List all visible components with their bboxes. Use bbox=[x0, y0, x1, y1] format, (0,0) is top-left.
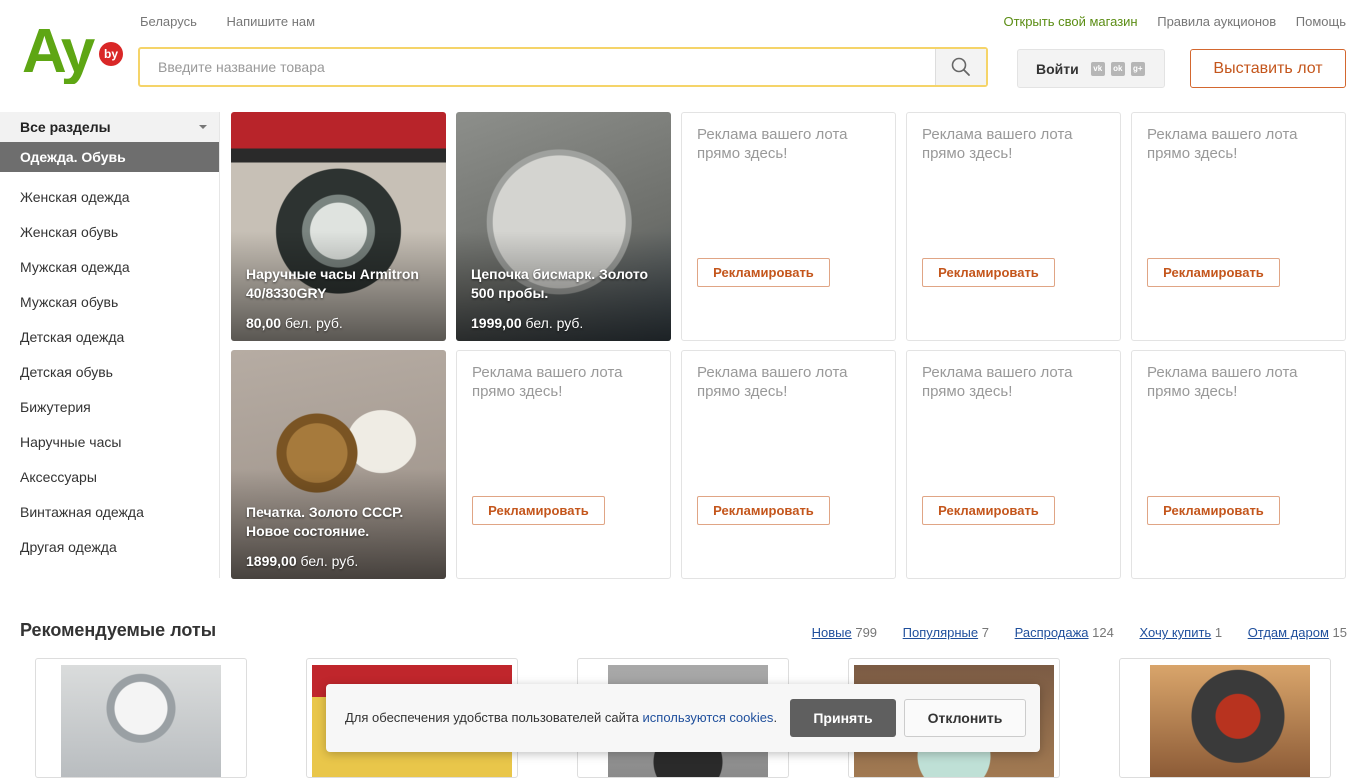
decline-cookies-button[interactable]: Отклонить bbox=[904, 699, 1026, 737]
lot-card-watch[interactable]: Наручные часы Armitron 40/8330GRY 80,00 … bbox=[231, 112, 446, 341]
ad-slot: Реклама вашего лота прямо здесь! Реклами… bbox=[681, 112, 896, 341]
search-button[interactable] bbox=[935, 49, 986, 85]
tab-giveaway[interactable]: Отдам даром 15 bbox=[1248, 625, 1347, 640]
recommended-title: Рекомендуемые лоты bbox=[20, 620, 217, 640]
lot-price-value: 1999,00 bbox=[471, 315, 522, 331]
lot-title: Печатка. Золото СССР. Новое состояние. bbox=[246, 504, 404, 539]
site-logo[interactable]: Ау by bbox=[22, 17, 126, 86]
sidebar-item-womens-clothing[interactable]: Женская одежда bbox=[0, 180, 219, 215]
promote-button[interactable]: Рекламировать bbox=[922, 496, 1055, 525]
ad-slot: Реклама вашего лота прямо здесь! Реклами… bbox=[906, 112, 1121, 341]
region-link[interactable]: Беларусь bbox=[140, 14, 197, 29]
sell-lot-button[interactable]: Выставить лот bbox=[1190, 49, 1346, 88]
recommended-lot-photo bbox=[61, 665, 221, 777]
sidebar-item-mens-clothing[interactable]: Мужская одежда bbox=[0, 250, 219, 285]
current-section[interactable]: Одежда. Обувь bbox=[0, 142, 219, 172]
recommended-lot-card[interactable] bbox=[35, 658, 247, 778]
ad-slot: Реклама вашего лота прямо здесь! Реклами… bbox=[1131, 112, 1346, 341]
sidebar-item-kids-shoes[interactable]: Детская обувь bbox=[0, 355, 219, 390]
caret-down-icon bbox=[199, 125, 207, 129]
contact-link[interactable]: Напишите нам bbox=[226, 14, 315, 29]
auction-rules-link[interactable]: Правила аукционов bbox=[1157, 14, 1276, 29]
all-sections-label: Все разделы bbox=[20, 119, 111, 135]
lot-title: Наручные часы Armitron 40/8330GRY bbox=[246, 266, 419, 301]
google-plus-icon[interactable]: g+ bbox=[1130, 61, 1145, 76]
sidebar-item-womens-shoes[interactable]: Женская обувь bbox=[0, 215, 219, 250]
accept-cookies-button[interactable]: Принять bbox=[790, 699, 896, 737]
ad-slot-text: Реклама вашего лота прямо здесь! bbox=[922, 364, 1073, 400]
lot-price: 1999,00 бел. руб. bbox=[471, 315, 583, 331]
sidebar-item-kids-clothing[interactable]: Детская одежда bbox=[0, 320, 219, 355]
tab-count: 15 bbox=[1332, 625, 1347, 640]
category-sidebar: Все разделы Одежда. Обувь Женская одежда… bbox=[0, 112, 220, 578]
login-button[interactable]: Войти vk ok g+ bbox=[1017, 49, 1165, 88]
tab-want-to-buy[interactable]: Хочу купить 1 bbox=[1139, 625, 1222, 640]
cookies-link[interactable]: используются cookies bbox=[643, 710, 774, 725]
tab-popular[interactable]: Популярные 7 bbox=[903, 625, 989, 640]
recommended-lot-card[interactable] bbox=[1119, 658, 1331, 778]
lot-price-value: 80,00 bbox=[246, 315, 282, 331]
promote-button[interactable]: Рекламировать bbox=[697, 258, 830, 287]
lot-price-currency: бел. руб. bbox=[300, 553, 359, 569]
lot-card-chain[interactable]: Цепочка бисмарк. Золото 500 пробы. 1999,… bbox=[456, 112, 671, 341]
tab-count: 7 bbox=[981, 625, 989, 640]
sidebar-item-watches[interactable]: Наручные часы bbox=[0, 425, 219, 460]
ad-slot-text: Реклама вашего лота прямо здесь! bbox=[1147, 126, 1298, 162]
ad-slot: Реклама вашего лота прямо здесь! Реклами… bbox=[906, 350, 1121, 579]
help-link[interactable]: Помощь bbox=[1296, 14, 1346, 29]
odnoklassniki-icon[interactable]: ok bbox=[1110, 61, 1125, 76]
cookie-text: Для обеспечения удобства пользователей с… bbox=[345, 710, 778, 725]
search-bar bbox=[138, 47, 988, 87]
tab-sale[interactable]: Распродажа 124 bbox=[1015, 625, 1114, 640]
ad-slot: Реклама вашего лота прямо здесь! Реклами… bbox=[681, 350, 896, 579]
recommended-lot-photo bbox=[1150, 665, 1310, 777]
cookie-banner: Для обеспечения удобства пользователей с… bbox=[326, 684, 1040, 752]
lot-price-value: 1899,00 bbox=[246, 553, 297, 569]
promote-button[interactable]: Рекламировать bbox=[697, 496, 830, 525]
ad-slot: Реклама вашего лота прямо здесь! Реклами… bbox=[456, 350, 671, 579]
sidebar-list: Женская одежда Женская обувь Мужская оде… bbox=[0, 180, 219, 565]
ad-slot-text: Реклама вашего лота прямо здесь! bbox=[697, 126, 848, 162]
promote-button[interactable]: Рекламировать bbox=[1147, 258, 1280, 287]
promote-button[interactable]: Рекламировать bbox=[1147, 496, 1280, 525]
tab-new[interactable]: Новые 799 bbox=[812, 625, 877, 640]
sidebar-item-other[interactable]: Другая одежда bbox=[0, 530, 219, 565]
lot-price: 1899,00 бел. руб. bbox=[246, 553, 358, 569]
search-icon bbox=[951, 57, 970, 76]
lot-card-ring[interactable]: Печатка. Золото СССР. Новое состояние. 1… bbox=[231, 350, 446, 579]
lot-price: 80,00 бел. руб. bbox=[246, 315, 343, 331]
top-left-links: Беларусь Напишите нам bbox=[140, 14, 341, 29]
search-input[interactable] bbox=[140, 49, 935, 85]
ad-slot-text: Реклама вашего лота прямо здесь! bbox=[697, 364, 848, 400]
sidebar-item-jewelry[interactable]: Бижутерия bbox=[0, 390, 219, 425]
ad-slot-text: Реклама вашего лота прямо здесь! bbox=[922, 126, 1073, 162]
ad-slot: Реклама вашего лота прямо здесь! Реклами… bbox=[1131, 350, 1346, 579]
tab-count: 799 bbox=[855, 625, 878, 640]
promote-button[interactable]: Рекламировать bbox=[922, 258, 1055, 287]
lot-title: Цепочка бисмарк. Золото 500 пробы. bbox=[471, 266, 649, 301]
logo-badge-text: by bbox=[104, 47, 118, 61]
open-shop-link[interactable]: Открыть свой магазин bbox=[1003, 14, 1137, 29]
ad-slot-text: Реклама вашего лота прямо здесь! bbox=[472, 364, 623, 400]
recommended-tabs: Новые 799 Популярные 7 Распродажа 124 Хо… bbox=[790, 625, 1347, 640]
login-label: Войти bbox=[1036, 60, 1079, 77]
lot-price-currency: бел. руб. bbox=[525, 315, 584, 331]
ad-slot-text: Реклама вашего лота прямо здесь! bbox=[1147, 364, 1298, 400]
lot-price-currency: бел. руб. bbox=[284, 315, 343, 331]
top-right-links: Открыть свой магазин Правила аукционов П… bbox=[987, 14, 1346, 29]
logo-text: Ау bbox=[22, 18, 96, 84]
tab-count: 1 bbox=[1214, 625, 1223, 640]
vk-icon[interactable]: vk bbox=[1090, 61, 1105, 76]
all-sections-dropdown[interactable]: Все разделы bbox=[0, 112, 219, 142]
promote-button[interactable]: Рекламировать bbox=[472, 496, 605, 525]
sidebar-item-vintage[interactable]: Винтажная одежда bbox=[0, 495, 219, 530]
sidebar-item-accessories[interactable]: Аксессуары bbox=[0, 460, 219, 495]
sidebar-item-mens-shoes[interactable]: Мужская обувь bbox=[0, 285, 219, 320]
tab-count: 124 bbox=[1092, 625, 1114, 640]
